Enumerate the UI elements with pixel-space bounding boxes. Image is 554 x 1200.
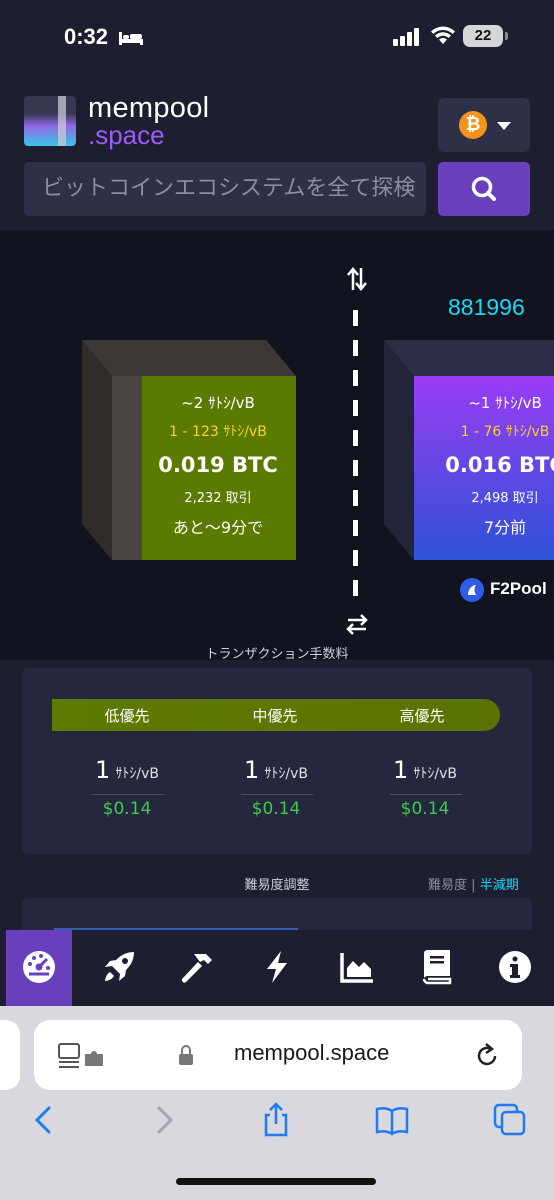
tabs-icon[interactable] bbox=[492, 1102, 528, 1138]
divider-dash bbox=[353, 310, 358, 326]
bookmarks-icon[interactable] bbox=[374, 1102, 410, 1138]
fee-value: 1 bbox=[95, 756, 111, 784]
fee-range: 1 - 123 ｻﾄｼ/vB bbox=[169, 424, 267, 440]
nav-docs[interactable] bbox=[406, 930, 466, 1006]
book-icon bbox=[422, 950, 452, 985]
home-indicator[interactable] bbox=[176, 1178, 376, 1185]
app-bottom-nav bbox=[0, 930, 554, 1006]
divider-dash bbox=[353, 370, 358, 386]
nav-mining[interactable] bbox=[166, 930, 226, 1006]
nav-accelerator[interactable] bbox=[88, 930, 148, 1006]
status-bar: 0:32 22 bbox=[0, 0, 554, 78]
nav-lightning[interactable] bbox=[246, 930, 306, 1006]
block-height-link[interactable]: 881996 bbox=[448, 294, 525, 321]
cellular-signal-icon bbox=[393, 28, 419, 46]
time-ago: 7分前 bbox=[483, 518, 527, 537]
page-menu-icon[interactable] bbox=[58, 1042, 108, 1070]
nav-dashboard[interactable] bbox=[6, 930, 72, 1006]
medium-priority-fee: 1 ｻﾄｼ/vB bbox=[206, 756, 346, 784]
blockchain-view: 881996 ~2 ｻﾄｼ/vB 1 - 123 ｻﾄｼ/vB 0.019 BT… bbox=[0, 230, 554, 660]
divider-dash bbox=[353, 490, 358, 506]
lightning-icon bbox=[267, 951, 287, 983]
high-priority-fee: 1 ｻﾄｼ/vB bbox=[355, 756, 495, 784]
nav-graphs[interactable] bbox=[326, 930, 386, 1006]
medium-priority-label: 中優先 bbox=[252, 707, 298, 725]
divider-dash bbox=[353, 400, 358, 416]
url-text: mempool.space bbox=[234, 1040, 390, 1065]
fee-value: 1 bbox=[393, 756, 409, 784]
search-icon bbox=[471, 176, 496, 201]
logo-text-space[interactable]: .space bbox=[88, 120, 165, 151]
site-header: mempool .space ₿ ビットコインエコシステムを全て探検 bbox=[0, 78, 554, 230]
fee-unit: ｻﾄｼ/vB bbox=[264, 766, 308, 782]
search-input[interactable]: ビットコインエコシステムを全て探検 bbox=[24, 162, 426, 216]
eta: あと〜9分で bbox=[172, 518, 264, 537]
info-icon bbox=[499, 951, 531, 983]
wifi-icon bbox=[431, 26, 455, 44]
mempool-logo-icon[interactable] bbox=[24, 96, 76, 146]
back-icon[interactable] bbox=[26, 1102, 62, 1138]
bitcoin-icon: ₿ bbox=[459, 111, 487, 139]
dashboard-icon bbox=[23, 951, 55, 983]
clock: 0:32 bbox=[64, 24, 109, 49]
divider-dash bbox=[353, 550, 358, 566]
divider-dash bbox=[353, 460, 358, 476]
low-priority-label: 低優先 bbox=[104, 707, 150, 725]
previous-tab-preview[interactable] bbox=[0, 1020, 20, 1090]
low-priority-fee: 1 ｻﾄｼ/vB bbox=[57, 756, 197, 784]
lock-icon bbox=[179, 1045, 193, 1065]
divider-dash bbox=[353, 580, 358, 596]
pool-name: F2Pool bbox=[490, 579, 547, 598]
tab-separator: | bbox=[471, 878, 476, 893]
median-fee: ~1 ｻﾄｼ/vB bbox=[468, 394, 542, 412]
rocket-icon bbox=[105, 952, 134, 981]
median-fee: ~2 ｻﾄｼ/vB bbox=[181, 394, 255, 412]
pending-block-face: ~2 ｻﾄｼ/vB 1 - 123 ｻﾄｼ/vB 0.019 BTC 2,232… bbox=[142, 392, 294, 538]
divider bbox=[241, 794, 313, 795]
chart-icon bbox=[340, 953, 373, 983]
fee-value: 1 bbox=[244, 756, 260, 784]
forward-icon[interactable] bbox=[146, 1102, 182, 1138]
logo-bar bbox=[58, 96, 66, 146]
difficulty-tabs: 難易度 | 半減期 bbox=[428, 874, 519, 893]
network-selector-button[interactable]: ₿ bbox=[438, 98, 530, 152]
block-amount: 0.016 BTC bbox=[445, 453, 554, 477]
fee-unit: ｻﾄｼ/vB bbox=[413, 766, 457, 782]
swap-vertical-icon[interactable] bbox=[345, 266, 369, 292]
browser-toolbar: mempool.space bbox=[0, 1006, 554, 1200]
address-bar[interactable]: mempool.space bbox=[34, 1020, 522, 1090]
mined-block-face: ~1 ｻﾄｼ/vB 1 - 76 ｻﾄｼ/vB 0.016 BTC 2,498 … bbox=[414, 392, 554, 538]
high-priority-usd: $0.14 bbox=[400, 799, 450, 819]
fee-range: 1 - 76 ｻﾄｼ/vB bbox=[460, 424, 550, 440]
low-priority-usd: $0.14 bbox=[102, 799, 152, 819]
divider bbox=[92, 794, 164, 795]
high-priority-label: 高優先 bbox=[399, 707, 445, 725]
fee-unit: ｻﾄｼ/vB bbox=[115, 766, 159, 782]
tab-halving[interactable]: 半減期 bbox=[480, 878, 519, 893]
nav-about[interactable] bbox=[484, 930, 544, 1006]
tx-count: 2,232 取引 bbox=[184, 491, 252, 506]
battery-indicator: 22 bbox=[463, 25, 503, 47]
swap-horizontal-icon[interactable] bbox=[345, 612, 369, 636]
search-button[interactable] bbox=[438, 162, 530, 216]
fees-section-title: トランザクション手数料 bbox=[205, 647, 349, 662]
block-amount: 0.019 BTC bbox=[158, 453, 278, 477]
share-icon[interactable] bbox=[258, 1102, 294, 1138]
divider-dash bbox=[353, 520, 358, 536]
fees-card: 低優先 中優先 高優先 1 ｻﾄｼ/vB 1 ｻﾄｼ/vB 1 ｻﾄｼ/vB $… bbox=[22, 668, 532, 854]
tx-count: 2,498 取引 bbox=[471, 491, 539, 506]
battery-cap bbox=[505, 32, 508, 40]
sleep-bed-icon bbox=[119, 32, 143, 45]
divider-dash bbox=[353, 430, 358, 446]
hammer-icon bbox=[181, 954, 212, 983]
reload-icon[interactable] bbox=[474, 1042, 500, 1070]
divider bbox=[390, 794, 462, 795]
tab-difficulty[interactable]: 難易度 bbox=[428, 878, 467, 893]
f2pool-logo-icon bbox=[460, 578, 484, 602]
divider-dash bbox=[353, 340, 358, 356]
medium-priority-usd: $0.14 bbox=[251, 799, 301, 819]
chevron-down-icon bbox=[497, 122, 511, 130]
